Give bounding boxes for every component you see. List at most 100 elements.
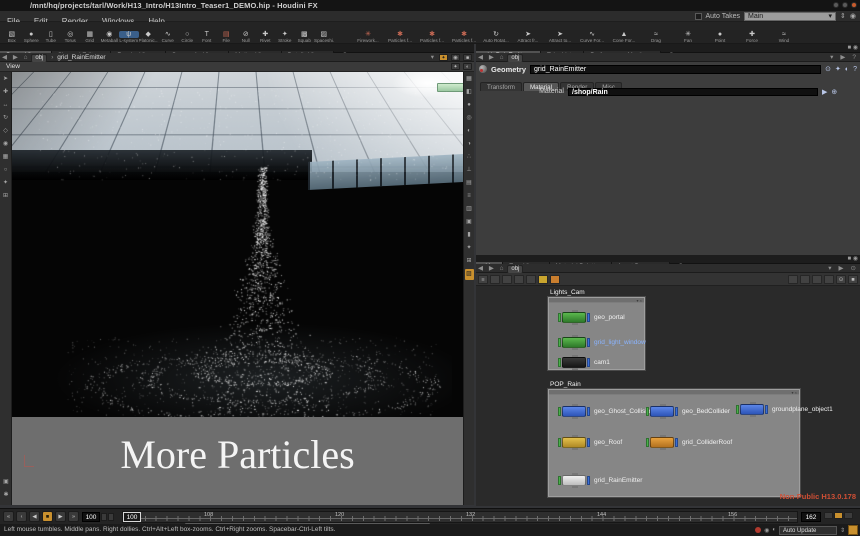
- display-flag[interactable]: [558, 338, 561, 347]
- node-shape-icon[interactable]: [526, 275, 536, 284]
- shelf-tool[interactable]: ∿Curve For...: [576, 30, 608, 43]
- back-icon[interactable]: ◀: [0, 54, 9, 61]
- color-swatch-icon[interactable]: [550, 275, 560, 284]
- node-cam1[interactable]: cam1: [558, 357, 610, 368]
- shelf-tool[interactable]: ◆Platonic...: [139, 30, 159, 43]
- flipbook-icon[interactable]: ✱: [1, 490, 11, 501]
- auto-update-selector[interactable]: Auto Update: [779, 526, 837, 535]
- network-box-pop-rain[interactable]: POP_Rain ▾ × geo_Ghost_Collision geo_Bed…: [548, 389, 800, 497]
- shelf-tool[interactable]: ➤Attract to...: [544, 30, 576, 43]
- network-editor-canvas[interactable]: Lights_Cam ▾ × geo_portal grid_light_win…: [476, 286, 860, 506]
- display-options-icon[interactable]: ⊞: [465, 256, 474, 267]
- network-box-header[interactable]: ▾ ×: [549, 298, 644, 303]
- cook-icon[interactable]: ◐: [772, 527, 776, 533]
- shelf-tool[interactable]: ▯Tube: [41, 30, 61, 43]
- render-region-icon[interactable]: ▣: [465, 217, 474, 228]
- go-start-button[interactable]: «: [3, 511, 14, 522]
- netview-options-icon[interactable]: [824, 275, 834, 284]
- node-geo_portal[interactable]: geo_portal: [558, 312, 625, 323]
- shelf-tool[interactable]: ▧Box: [2, 30, 22, 43]
- node-body[interactable]: [740, 404, 764, 415]
- node-grid_RainEmitter[interactable]: grid_RainEmitter: [558, 475, 642, 486]
- display-flag[interactable]: [646, 438, 649, 447]
- pane-maximize-icon[interactable]: ■: [847, 256, 851, 262]
- range-full-icon[interactable]: [108, 513, 114, 521]
- render-icon[interactable]: ◉: [451, 54, 460, 61]
- node-body[interactable]: [650, 437, 674, 448]
- forward-icon[interactable]: ▶: [487, 265, 496, 272]
- wireframe-mode-icon[interactable]: ◎: [465, 113, 474, 124]
- display-grid-icon[interactable]: ▤: [465, 178, 474, 189]
- display-flag[interactable]: [558, 407, 561, 416]
- shelf-tool[interactable]: ≈Wind: [768, 30, 800, 43]
- timeline-ruler[interactable]: 108120132144156 100: [122, 511, 798, 523]
- shelf-tool[interactable]: ●Point: [704, 30, 736, 43]
- shelf-tool[interactable]: ◉Metaball: [100, 30, 120, 43]
- connect-icon[interactable]: [800, 275, 810, 284]
- home-icon[interactable]: ⌂: [498, 265, 506, 272]
- go-end-button[interactable]: »: [68, 511, 79, 522]
- active-display-icon[interactable]: ▨: [465, 269, 474, 280]
- network-box-lights-cam[interactable]: Lights_Cam ▾ × geo_portal grid_light_win…: [548, 297, 645, 370]
- align-icon[interactable]: [788, 275, 798, 284]
- color-palette-icon[interactable]: [538, 275, 548, 284]
- search-icon[interactable]: ⊙: [849, 264, 858, 273]
- material-path-field[interactable]: /shop/Rain: [568, 88, 818, 96]
- message-icon[interactable]: ◉: [764, 527, 769, 534]
- shelf-tool[interactable]: ◎Torus: [61, 30, 81, 43]
- shelf-tool[interactable]: ↻Auto Rotat...: [480, 30, 512, 43]
- construction-plane-icon[interactable]: ⊞: [1, 191, 11, 202]
- help-icon[interactable]: ?: [853, 66, 857, 73]
- shelf-tool[interactable]: ▩Squab: [295, 30, 315, 43]
- template-flag[interactable]: [675, 438, 678, 447]
- node-body[interactable]: [562, 337, 586, 348]
- stop-button[interactable]: ■: [42, 511, 53, 522]
- play-forward-button[interactable]: ▶: [55, 511, 66, 522]
- shelf-tool[interactable]: ✱Particles f...: [384, 30, 416, 43]
- template-flag[interactable]: [587, 407, 590, 416]
- node-groundplane_object1[interactable]: groundplane_object1: [736, 404, 833, 415]
- status-indicator-icon[interactable]: [755, 527, 761, 533]
- info-icon[interactable]: ◐: [845, 66, 849, 73]
- shelf-tool[interactable]: ≈Drag: [640, 30, 672, 43]
- template-flag[interactable]: [765, 405, 768, 414]
- shaded-mode-icon[interactable]: ●: [465, 100, 474, 111]
- node-geo_BedCollider[interactable]: geo_BedCollider: [646, 406, 730, 417]
- view-options-icon[interactable]: ▥: [465, 204, 474, 215]
- shelf-tool[interactable]: TFont: [197, 30, 217, 43]
- template-flag[interactable]: [587, 358, 590, 367]
- pose-tool-icon[interactable]: ◉: [1, 139, 11, 150]
- lighting-icon[interactable]: ◐: [465, 126, 474, 137]
- globe-icon[interactable]: ◐: [463, 63, 472, 70]
- breadcrumb-node[interactable]: grid_RainEmitter: [57, 54, 105, 61]
- shelf-tool[interactable]: ▤File: [217, 30, 237, 43]
- point-snap-icon[interactable]: ○: [1, 165, 11, 176]
- pane-corner-controls[interactable]: ■ ◉: [847, 255, 858, 264]
- shelf-tool[interactable]: ✳Firework...: [352, 30, 384, 43]
- search-icon[interactable]: ⊙: [825, 65, 831, 73]
- shelf-tool[interactable]: ψL-system: [119, 30, 139, 43]
- close-button[interactable]: [851, 2, 857, 8]
- shadows-icon[interactable]: ◑: [465, 139, 474, 150]
- snapshot-icon[interactable]: ■: [463, 54, 472, 61]
- layout-nodes-icon[interactable]: [812, 275, 822, 284]
- pane-corner-controls[interactable]: ■ ◉: [847, 44, 858, 53]
- template-flag[interactable]: [675, 407, 678, 416]
- shelf-tool[interactable]: ✦Stroke: [275, 30, 295, 43]
- memory-icon[interactable]: ▮: [465, 230, 474, 241]
- hand-tool-icon[interactable]: ✚: [1, 87, 11, 98]
- select-tool-icon[interactable]: ➤: [1, 74, 11, 85]
- node-name-field[interactable]: grid_RainEmitter: [530, 65, 821, 74]
- minimize-button[interactable]: [833, 2, 839, 8]
- playback-mode-icon[interactable]: [834, 512, 843, 519]
- node-body[interactable]: [562, 437, 586, 448]
- take-stepper-icon[interactable]: ⇕: [840, 12, 846, 21]
- pane-menu-icon[interactable]: ◉: [853, 256, 858, 262]
- auto-takes-checkbox[interactable]: [695, 13, 702, 20]
- rotate-tool-icon[interactable]: ↻: [1, 113, 11, 124]
- display-flag[interactable]: [558, 313, 561, 322]
- shelf-tool[interactable]: ▦Grid: [80, 30, 100, 43]
- shelf-tool[interactable]: ⊘Null: [236, 30, 256, 43]
- node-body[interactable]: [650, 406, 674, 417]
- range-end-field[interactable]: 162: [801, 512, 821, 522]
